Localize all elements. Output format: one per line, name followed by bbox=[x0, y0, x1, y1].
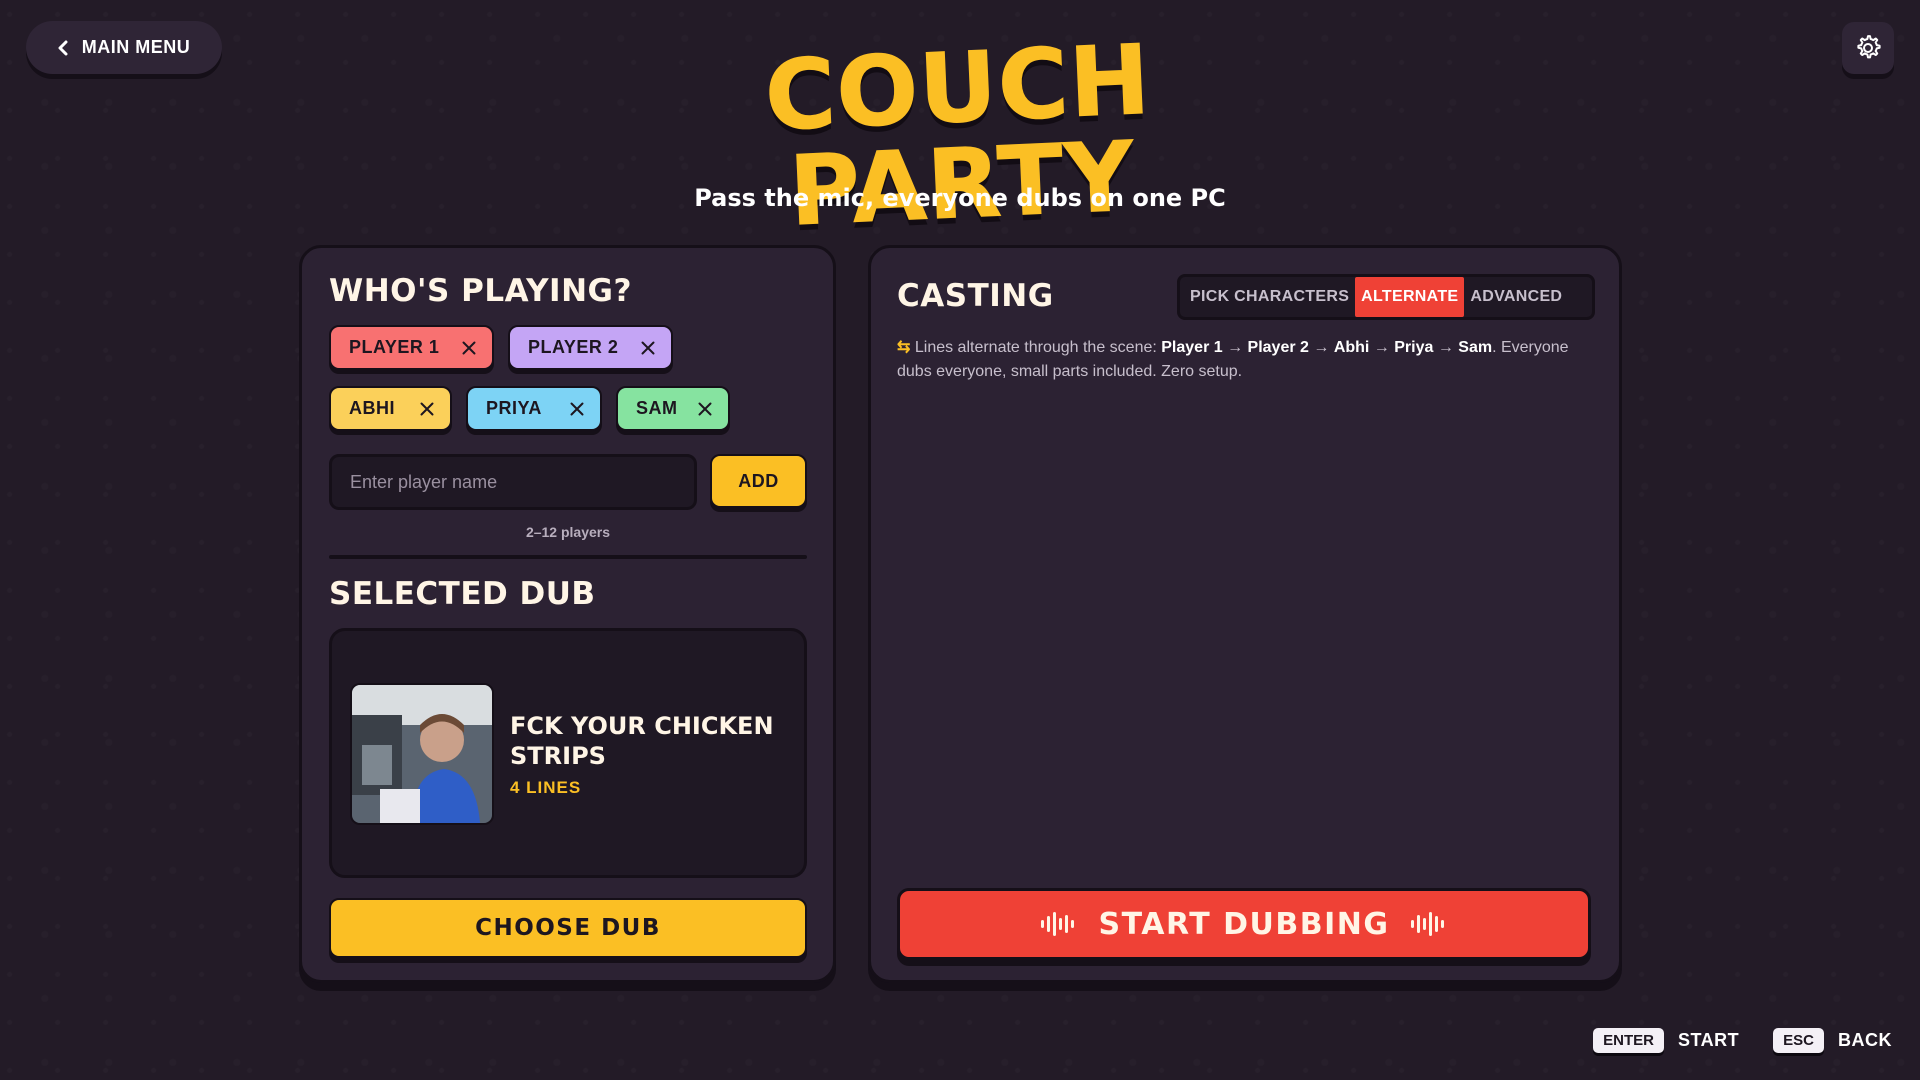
player-name: PRIYA bbox=[486, 398, 542, 418]
remove-player-icon[interactable] bbox=[570, 402, 584, 416]
audio-wave-icon bbox=[1041, 912, 1075, 936]
main-menu-label: MAIN MENU bbox=[81, 37, 191, 57]
player-name: PLAYER 2 bbox=[528, 337, 619, 357]
enter-key-hint: ENTER bbox=[1593, 1028, 1664, 1053]
chevron-left-icon bbox=[58, 40, 68, 55]
esc-hint-label: BACK bbox=[1838, 1030, 1892, 1050]
enter-hint-label: START bbox=[1677, 1030, 1740, 1050]
player-chip: SAM bbox=[616, 386, 730, 431]
players-heading: WHO'S PLAYING? bbox=[329, 273, 632, 309]
tab-alternate[interactable]: ALTERNATE bbox=[1355, 277, 1465, 317]
casting-heading: CASTING bbox=[897, 278, 1054, 314]
player-chip: PLAYER 1 bbox=[329, 325, 494, 370]
player-name: PLAYER 1 bbox=[349, 337, 440, 357]
casting-panel: CASTING PICK CHARACTERS ALTERNATE ADVANC… bbox=[868, 245, 1622, 983]
keyboard-hints: ENTER START ESC BACK bbox=[1593, 1028, 1892, 1053]
remove-player-icon[interactable] bbox=[641, 341, 655, 355]
section-divider bbox=[329, 555, 807, 559]
players-panel: WHO'S PLAYING? PLAYER 1 PLAYER 2 ABHI PRIYA… bbox=[299, 245, 836, 983]
tab-advanced[interactable]: ADVANCED bbox=[1464, 277, 1568, 317]
casting-description: ⇆ Lines alternate through the scene: Pla… bbox=[897, 339, 1569, 380]
game-title: COUCH PARTY bbox=[762, 23, 1154, 248]
start-dubbing-label: START DUBBING bbox=[1098, 906, 1390, 942]
add-player-button[interactable]: ADD bbox=[710, 454, 807, 508]
start-dubbing-button[interactable]: START DUBBING bbox=[897, 888, 1591, 960]
player-name: ABHI bbox=[349, 398, 395, 418]
audio-wave-icon bbox=[1410, 912, 1444, 936]
player-chip: ABHI bbox=[329, 386, 452, 431]
gear-icon bbox=[1857, 35, 1881, 59]
players-limit-hint: 2–12 players bbox=[525, 524, 611, 540]
dub-line-count: 4 LINES bbox=[510, 778, 582, 797]
remove-player-icon[interactable] bbox=[698, 402, 712, 416]
remove-player-icon[interactable] bbox=[420, 402, 434, 416]
main-menu-button[interactable]: MAIN MENU bbox=[26, 21, 222, 74]
tab-pick-characters[interactable]: PICK CHARACTERS bbox=[1184, 277, 1355, 317]
dub-thumbnail bbox=[350, 683, 494, 825]
player-chip: PRIYA bbox=[466, 386, 602, 431]
player-chip: PLAYER 2 bbox=[508, 325, 673, 370]
esc-key-hint: ESC bbox=[1773, 1028, 1824, 1053]
choose-dub-button[interactable]: CHOOSE DUB bbox=[329, 898, 807, 958]
game-subtitle: Pass the mic, everyone dubs on one PC bbox=[694, 184, 1226, 212]
settings-button[interactable] bbox=[1842, 22, 1894, 74]
selected-dub-heading: SELECTED DUB bbox=[329, 576, 596, 612]
selected-dub-card[interactable]: FCK YOUR CHICKEN STRIPS 4 LINES bbox=[329, 628, 807, 878]
casting-mode-tabs: PICK CHARACTERS ALTERNATE ADVANCED bbox=[1177, 274, 1595, 320]
dub-title: FCK YOUR CHICKEN STRIPS bbox=[510, 712, 774, 770]
player-name: SAM bbox=[636, 398, 678, 418]
remove-player-icon[interactable] bbox=[462, 341, 476, 355]
player-name-input[interactable] bbox=[329, 454, 697, 510]
swap-arrows-icon: ⇆ bbox=[897, 339, 911, 356]
